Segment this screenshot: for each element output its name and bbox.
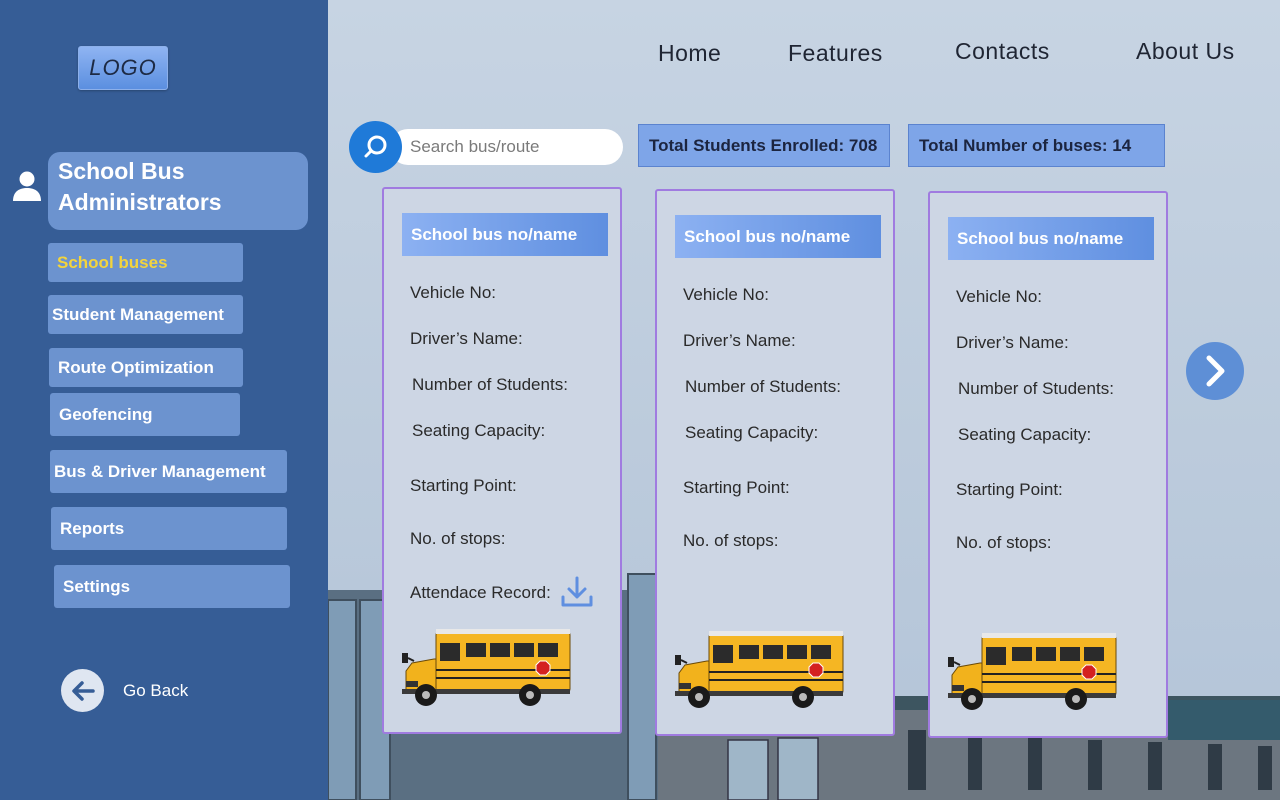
school-bus-image (400, 625, 574, 707)
sidebar-item-student-management[interactable]: Student Management (48, 295, 243, 334)
bus-card-3[interactable]: School bus no/name Vehicle No: Driver’s … (928, 191, 1168, 738)
driver-name-label: Driver’s Name: (683, 331, 796, 350)
driver-name-label: Driver’s Name: (410, 329, 523, 348)
total-students-badge: Total Students Enrolled: 708 (638, 124, 890, 167)
bus-card-1[interactable]: School bus no/name Vehicle No: Driver’s … (382, 187, 622, 734)
school-bus-image (946, 629, 1120, 711)
sidebar: LOGO School Bus Administrators School bu… (0, 0, 328, 800)
starting-point-label: Starting Point: (683, 478, 790, 497)
vehicle-no-label: Vehicle No: (956, 287, 1042, 306)
sidebar-item-reports[interactable]: Reports (51, 507, 287, 550)
admin-title: School Bus Administrators (48, 152, 308, 230)
school-bus-image (673, 627, 847, 709)
vehicle-no-label: Vehicle No: (410, 283, 496, 302)
nav-home[interactable]: Home (658, 40, 721, 67)
search-input[interactable] (390, 129, 623, 165)
chevron-right-icon (1206, 355, 1225, 387)
seating-capacity-label: Seating Capacity: (685, 423, 819, 442)
logo[interactable]: LOGO (78, 46, 168, 90)
main-content: Home Features Contacts About Us Total St… (328, 0, 1280, 800)
sidebar-item-settings[interactable]: Settings (54, 565, 290, 608)
no-of-stops-label: No. of stops: (956, 533, 1052, 552)
arrow-left-icon (71, 680, 95, 701)
number-of-students-label: Number of Students: (958, 379, 1114, 398)
nav-about-us[interactable]: About Us (1136, 38, 1235, 65)
seating-capacity-label: Seating Capacity: (412, 421, 546, 440)
attendance-record-label: Attendace Record: (410, 583, 551, 602)
vehicle-no-label: Vehicle No: (683, 285, 769, 304)
no-of-stops-label: No. of stops: (410, 529, 506, 548)
seating-capacity-label: Seating Capacity: (958, 425, 1092, 444)
go-back-button[interactable] (61, 669, 104, 712)
no-of-stops-label: No. of stops: (683, 531, 779, 550)
nav-contacts[interactable]: Contacts (955, 38, 1050, 65)
driver-name-label: Driver’s Name: (956, 333, 1069, 352)
download-icon[interactable] (560, 575, 594, 609)
total-buses-badge: Total Number of buses: 14 (908, 124, 1165, 167)
search-icon (364, 135, 386, 158)
number-of-students-label: Number of Students: (685, 377, 841, 396)
bus-card-title[interactable]: School bus no/name (675, 215, 881, 258)
sidebar-item-bus-driver-management[interactable]: Bus & Driver Management (50, 450, 287, 493)
go-back-label[interactable]: Go Back (123, 681, 188, 701)
starting-point-label: Starting Point: (956, 480, 1063, 499)
nav-features[interactable]: Features (788, 40, 883, 67)
sidebar-item-school-buses[interactable]: School buses (48, 243, 243, 282)
user-icon (13, 171, 41, 201)
starting-point-label: Starting Point: (410, 476, 517, 495)
sidebar-item-route-optimization[interactable]: Route Optimization (49, 348, 243, 387)
sidebar-item-geofencing[interactable]: Geofencing (50, 393, 240, 436)
bus-card-2[interactable]: School bus no/name Vehicle No: Driver’s … (655, 189, 895, 736)
bus-card-title[interactable]: School bus no/name (948, 217, 1154, 260)
bus-card-title[interactable]: School bus no/name (402, 213, 608, 256)
number-of-students-label: Number of Students: (412, 375, 568, 394)
search-button[interactable] (349, 121, 402, 173)
next-button[interactable] (1186, 342, 1244, 400)
